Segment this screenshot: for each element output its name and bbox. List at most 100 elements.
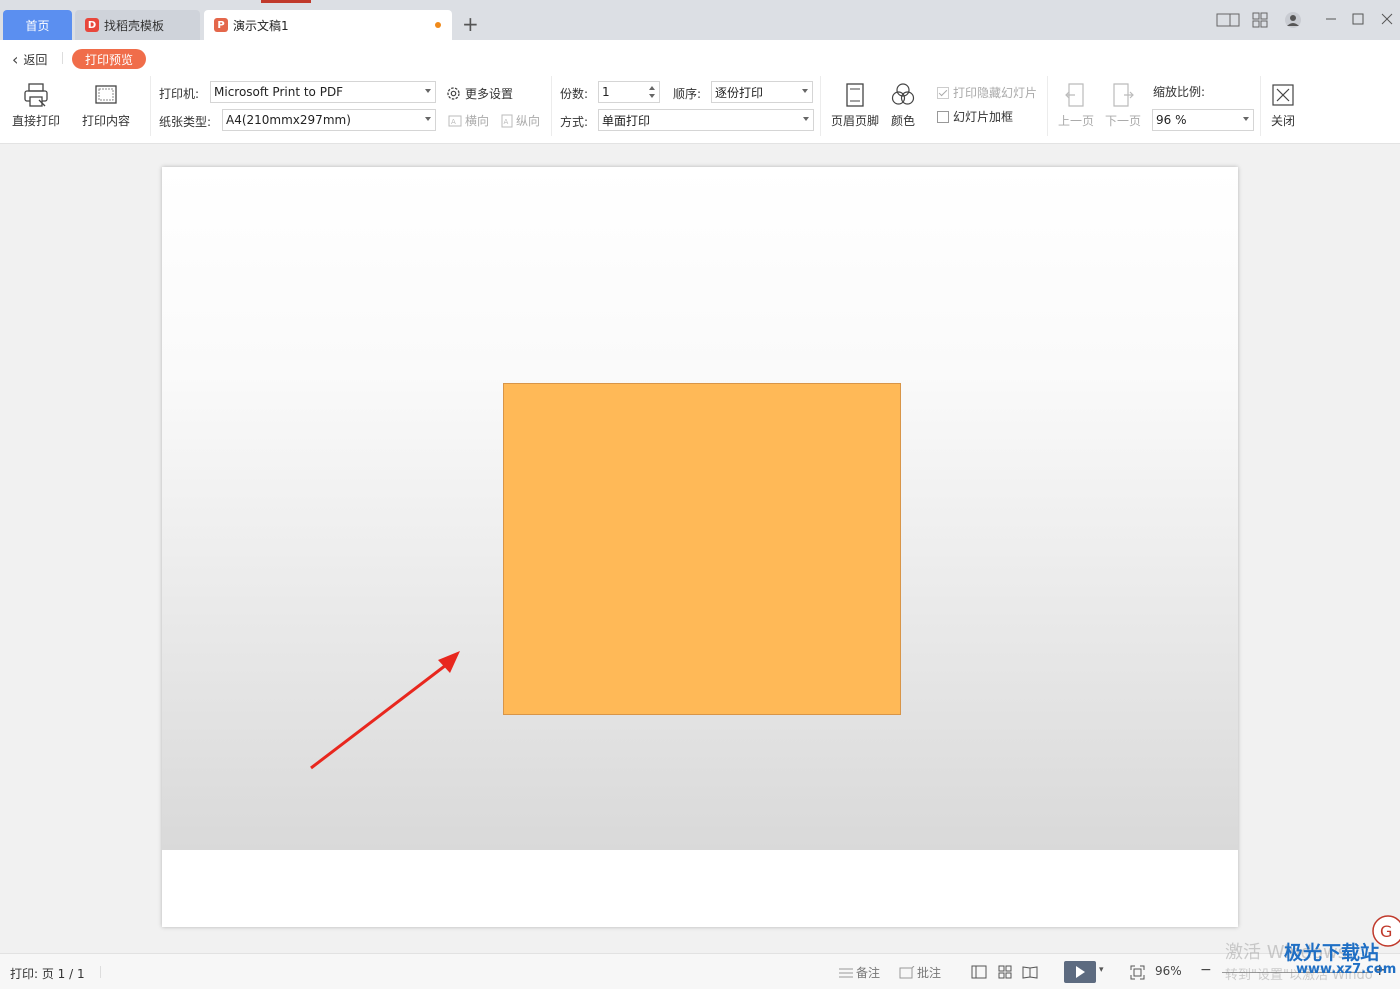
back-button[interactable]: ‹ 返回 (12, 50, 47, 69)
play-slideshow-button[interactable] (1064, 961, 1096, 983)
preview-canvas (0, 145, 1400, 953)
tab-document[interactable]: P 演示文稿1 (204, 10, 452, 40)
paper-label: 纸张类型: (159, 115, 212, 129)
next-page-icon (1113, 83, 1134, 107)
direct-print-button[interactable]: 直接打印 (12, 82, 60, 129)
paper-select[interactable]: A4(210mmx297mm) (222, 109, 436, 131)
chevron-down-icon (425, 89, 431, 93)
print-page (162, 167, 1238, 927)
chevron-down-icon (802, 89, 808, 93)
tab-home[interactable]: 首页 (3, 10, 72, 40)
divider (62, 52, 63, 64)
print-preview-toolbar: ‹ 返回 打印预览 直接打印 打印内容 打印机: Microsoft Print… (0, 40, 1400, 144)
chevron-down-icon[interactable]: ▾ (1099, 965, 1104, 975)
header-footer-button[interactable]: 页眉页脚 (831, 82, 879, 129)
svg-text:G: G (1380, 922, 1392, 941)
zoom-select[interactable]: 96 % (1152, 109, 1254, 131)
group-divider (150, 76, 151, 136)
color-icon (891, 83, 915, 105)
order-label: 顺序: (673, 87, 702, 101)
prev-page-button[interactable]: 上一页 (1058, 82, 1094, 129)
minimize-icon[interactable] (1324, 12, 1338, 26)
reading-view-icon[interactable] (1022, 965, 1038, 979)
paper-value: A4(210mmx297mm) (226, 113, 351, 127)
more-settings-label: 更多设置 (465, 87, 514, 101)
svg-text:A: A (504, 118, 509, 126)
copies-value: 1 (602, 85, 610, 99)
zoom-label: 缩放比例: (1153, 85, 1206, 99)
header-footer-label: 页眉页脚 (831, 114, 880, 128)
layout-icon[interactable] (1216, 12, 1240, 28)
comments-button[interactable]: 批注 (899, 964, 941, 981)
direct-print-label: 直接打印 (12, 114, 61, 128)
tab-document-label: 演示文稿1 (233, 18, 289, 33)
tab-template[interactable]: D 找稻壳模板 (75, 10, 200, 40)
normal-view-icon[interactable] (971, 965, 987, 979)
portrait-button[interactable]: A 纵向 (501, 112, 540, 129)
portrait-icon: A (501, 114, 513, 127)
chevron-left-icon: ‹ (12, 50, 19, 69)
zoom-out-button[interactable]: − (1200, 962, 1212, 978)
more-settings-button[interactable]: 更多设置 (446, 85, 513, 102)
order-select[interactable]: 逐份打印 (711, 81, 813, 103)
copies-label: 份数: (560, 87, 589, 101)
next-page-label: 下一页 (1105, 114, 1142, 128)
checkbox-icon (937, 110, 949, 123)
mode-value: 单面打印 (602, 113, 651, 128)
presentation-icon: P (214, 18, 228, 32)
group-divider (1260, 76, 1261, 136)
landscape-button[interactable]: A 横向 (448, 112, 489, 129)
prev-page-icon (1065, 83, 1084, 107)
status-bar: 打印: 页 1 / 1 备注 批注 ▾ 96% − + (0, 953, 1400, 989)
print-preview-badge: 打印预览 (72, 49, 146, 69)
close-preview-label: 关闭 (1270, 114, 1295, 128)
close-icon (1272, 84, 1294, 106)
prev-page-label: 上一页 (1058, 114, 1095, 128)
chevron-down-icon (803, 117, 809, 121)
close-window-icon[interactable] (1380, 12, 1394, 26)
floating-assistant-icon[interactable]: G (1366, 914, 1400, 948)
printer-select[interactable]: Microsoft Print to PDF (210, 81, 436, 103)
svg-text:A: A (451, 118, 456, 126)
gear-icon (447, 87, 460, 100)
portrait-label: 纵向 (516, 114, 541, 128)
printer-value: Microsoft Print to PDF (214, 85, 344, 99)
print-content-button[interactable]: 打印内容 (82, 82, 130, 129)
tab-template-label: 找稻壳模板 (104, 18, 165, 33)
chevron-down-icon[interactable] (649, 94, 655, 98)
slide-sorter-icon[interactable] (998, 965, 1012, 979)
landscape-icon: A (448, 115, 462, 126)
avatar[interactable] (1284, 11, 1302, 29)
notes-icon (839, 968, 853, 977)
color-button[interactable]: 颜色 (890, 82, 916, 129)
print-hidden-checkbox[interactable]: 打印隐藏幻灯片 (937, 84, 1037, 101)
chevron-up-icon[interactable] (649, 86, 655, 90)
orange-rectangle-shape (503, 383, 901, 715)
unsaved-dot (435, 22, 441, 28)
frame-slides-checkbox[interactable]: 幻灯片加框 (937, 108, 1013, 125)
fit-window-icon[interactable] (1130, 965, 1145, 980)
close-preview-button[interactable]: 关闭 (1270, 82, 1296, 129)
zoom-level[interactable]: 96% (1155, 964, 1182, 978)
group-divider (820, 76, 821, 136)
notes-label: 备注 (856, 966, 881, 980)
divider (100, 966, 101, 978)
next-page-button[interactable]: 下一页 (1105, 82, 1141, 129)
active-indicator (261, 0, 311, 3)
checkbox-checked-icon (937, 86, 949, 99)
printer-label: 打印机: (159, 87, 200, 101)
add-tab-button[interactable]: + (462, 12, 479, 36)
notes-button[interactable]: 备注 (838, 964, 880, 981)
print-page-indicator: 打印: 页 1 / 1 (10, 967, 85, 981)
tab-bar: 首页 D 找稻壳模板 P 演示文稿1 + (0, 0, 1400, 40)
mode-select[interactable]: 单面打印 (598, 109, 814, 131)
maximize-icon[interactable] (1351, 12, 1365, 26)
frame-slides-label: 幻灯片加框 (953, 110, 1014, 124)
copies-stepper[interactable]: 1 (598, 81, 660, 103)
print-content-icon (95, 85, 117, 104)
zoom-value: 96 % (1156, 113, 1187, 127)
comment-icon (899, 965, 915, 978)
grid-icon[interactable] (1252, 12, 1268, 28)
header-footer-icon (846, 83, 864, 107)
site-logo: 极光下载站 (1284, 942, 1380, 964)
